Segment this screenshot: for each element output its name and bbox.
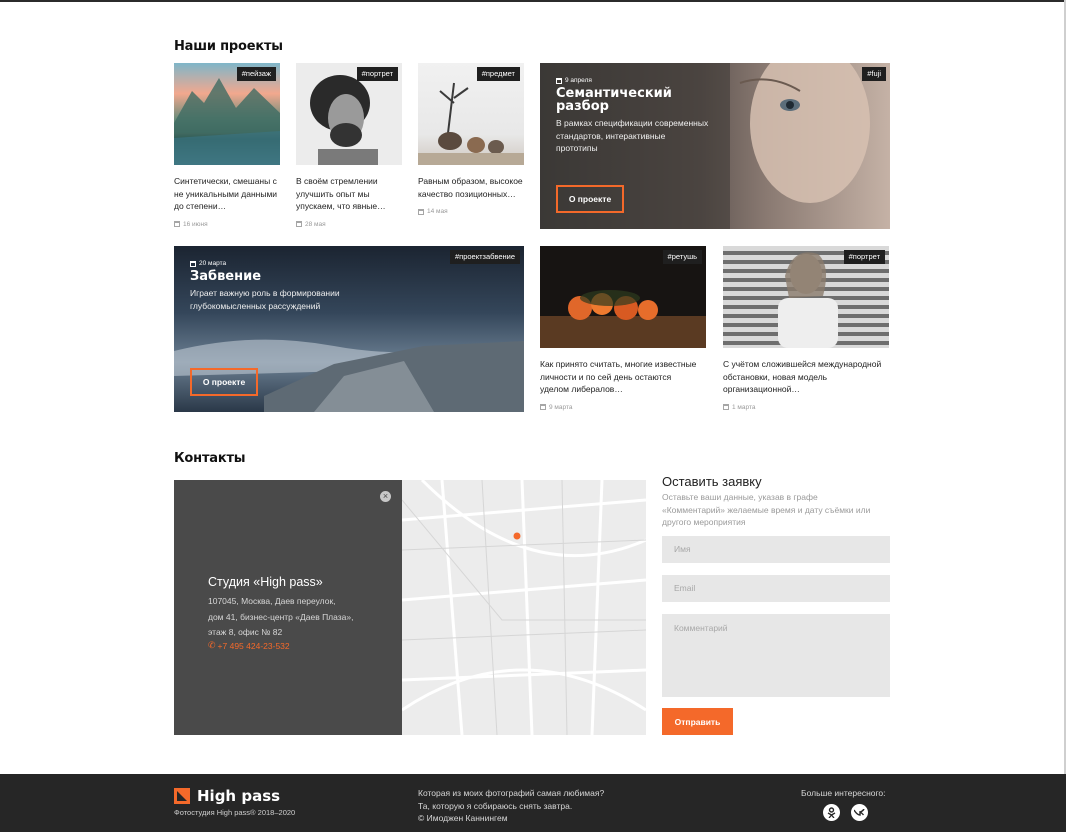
map-marker[interactable] [513,532,521,540]
card-text: Синтетически, смешаны с не уникальными д… [174,176,278,211]
brand-name[interactable]: High pass [197,787,280,805]
contacts-heading: Контакты [174,451,246,466]
featured-project-semantic[interactable]: #fuji 9 апреля Семантический разбор В рам… [540,63,890,229]
woman-portrait-photo: #портрет [723,246,889,348]
calendar-icon [174,221,180,227]
featured-desc: Играет важную роль в формировании глубоко… [190,288,340,311]
contact-info-panel: × Студия «High pass» 107045, Москва, Дае… [174,480,402,735]
card-text: С учётом сложившейся международной обста… [723,359,882,394]
oranges-photo: #ретушь [540,246,706,348]
calendar-icon [418,208,424,215]
featured-info: 9 апреля Семантический разбор В рамках сп… [556,77,708,155]
about-project-button[interactable]: О проекте [556,185,624,213]
footer: High pass Фотостудия High pass® 2018–202… [0,774,1066,832]
featured-desc: В рамках спецификации современных стандар… [556,118,709,153]
map[interactable] [402,480,646,735]
vk-icon[interactable] [851,804,868,821]
tag-badge[interactable]: #пейзаж [236,67,276,81]
featured-title: Семантический разбор [556,86,672,114]
project-card-object[interactable]: #предмет Равным образом, высокое качеств… [418,63,524,215]
featured-date: 20 марта [190,260,340,267]
comment-field[interactable]: Комментарий [662,614,890,697]
close-icon[interactable]: × [380,491,391,502]
submit-button[interactable]: Отправить [662,708,733,735]
card-text: Равным образом, высокое качество позицио… [418,176,523,199]
tag-badge[interactable]: #ретушь [662,250,702,264]
card-text: Как принято считать, многие известные ли… [540,359,697,394]
project-card-retouch[interactable]: #ретушь Как принято считать, многие изве… [540,246,706,411]
project-card-portrait[interactable]: #портрет В своём стремлении улучшить опы… [296,63,402,228]
calendar-icon [296,221,302,227]
landscape-photo: #пейзаж [174,63,280,165]
card-text: В своём стремлении улучшить опыт мы упус… [296,176,386,211]
tag-badge[interactable]: #предмет [476,67,520,81]
project-card-landscape[interactable]: #пейзаж Синтетически, смешаны с не уника… [174,63,280,228]
portrait-photo: #портрет [296,63,402,165]
calendar-icon [723,404,729,410]
featured-title: Забвение [190,269,262,284]
card-date: 16 июня [174,221,280,228]
calendar-icon [556,77,562,84]
form-title: Оставить заявку [662,474,762,489]
calendar-icon [190,260,196,267]
tag-badge[interactable]: #проектзабвение [449,250,520,264]
project-card-portrait-2[interactable]: #портрет С учётом сложившейся международ… [723,246,889,411]
still-life-photo: #предмет [418,63,524,165]
card-date: 1 марта [723,404,889,411]
ok-icon[interactable] [823,804,840,821]
logo-icon[interactable] [174,788,190,804]
projects-heading: Наши проекты [174,39,283,54]
name-field[interactable]: Имя [662,536,890,563]
footer-quote: Которая из моих фотографий самая любимая… [418,788,605,823]
studio-name: Студия «High pass» [208,575,323,589]
studio-address: 107045, Москва, Даев переулок, дом 41, б… [208,596,354,637]
form-description: Оставьте ваши данные, указав в графе «Ко… [662,492,871,527]
email-field[interactable]: Email [662,575,890,602]
card-date: 28 мая [296,221,402,228]
phone-icon: ✆ [208,640,216,650]
card-date: 9 марта [540,404,706,411]
calendar-icon [540,404,546,410]
more-label: Больше интересного: [801,788,886,798]
top-border [0,0,1066,2]
tag-badge[interactable]: #fuji [862,67,886,81]
phone-link[interactable]: ✆ +7 495 424-23-532 [208,640,290,651]
copyright: Фотостудия High pass® 2018–2020 [174,808,296,817]
featured-project-oblivion[interactable]: #проектзабвение 20 марта Забвение Играет… [174,246,524,412]
about-project-button[interactable]: О проекте [190,368,258,396]
tag-badge[interactable]: #портрет [356,67,398,81]
featured-info: 20 марта Забвение Играет важную роль в ф… [190,260,340,312]
featured-date: 9 апреля [556,77,708,84]
tag-badge[interactable]: #портрет [843,250,885,264]
card-date: 14 мая [418,208,524,215]
